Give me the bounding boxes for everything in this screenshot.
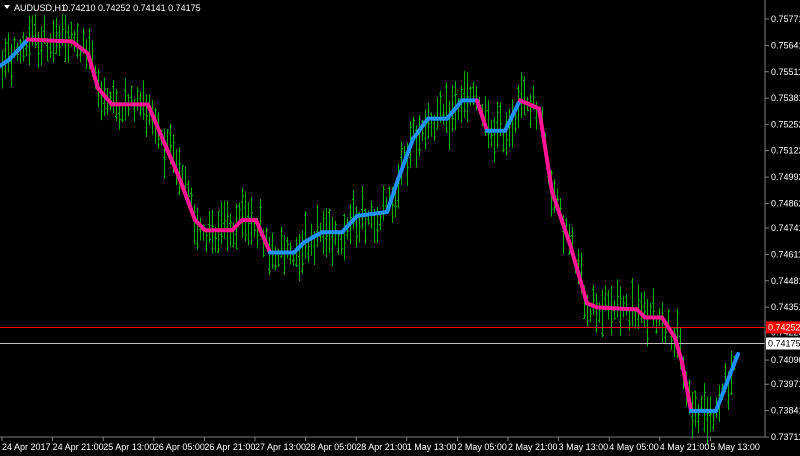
y-tick-label: 0.75771 bbox=[771, 14, 800, 24]
y-tick-label: 0.74992 bbox=[771, 172, 800, 182]
indicator-segment-down bbox=[595, 305, 639, 312]
y-tick-label: 0.73711 bbox=[771, 432, 800, 442]
y-tick-label: 0.75252 bbox=[771, 119, 800, 129]
ask-price-label: 0.74252 bbox=[768, 323, 800, 333]
x-tick-label: 24 Apr 2017 bbox=[2, 442, 51, 452]
x-tick-label: 1 May 13:00 bbox=[407, 442, 457, 452]
price-chart[interactable]: 0.75771 0.75641 0.75511 0.75381 0.75252 0.751… bbox=[0, 0, 800, 456]
x-tick-label: 27 Apr 13:00 bbox=[255, 442, 306, 452]
indicator-segment-down bbox=[26, 37, 74, 44]
x-tick-label: 3 May 13:00 bbox=[559, 442, 609, 452]
y-tick-label: 0.74611 bbox=[771, 249, 800, 259]
symbol-label: AUDUSD,H1 bbox=[14, 3, 66, 13]
y-tick-label: 0.75641 bbox=[771, 40, 800, 50]
x-tick-label: 4 May 21:00 bbox=[660, 442, 710, 452]
x-tick-label: 4 May 05:00 bbox=[609, 442, 659, 452]
y-tick-label: 0.74351 bbox=[771, 302, 800, 312]
y-tick-label: 0.74090 bbox=[771, 355, 800, 365]
x-tick-label: 5 May 13:00 bbox=[710, 442, 760, 452]
ohlc-values: 0.74210 0.74252 0.74141 0.74175 bbox=[63, 3, 201, 13]
x-tick-label: 2 May 21:00 bbox=[508, 442, 558, 452]
x-tick-label: 25 Apr 13:00 bbox=[103, 442, 154, 452]
y-tick-label: 0.75511 bbox=[771, 67, 800, 77]
y-tick-label: 0.74741 bbox=[771, 223, 800, 233]
y-tick-label: 0.74862 bbox=[771, 198, 800, 208]
y-tick-label: 0.73971 bbox=[771, 379, 800, 389]
y-tick-label: 0.75381 bbox=[771, 93, 800, 103]
y-tick-label: 0.75122 bbox=[771, 146, 800, 156]
y-tick-label: 0.74481 bbox=[771, 276, 800, 286]
x-tick-label: 28 Apr 21:00 bbox=[356, 442, 407, 452]
x-tick-label: 2 May 05:00 bbox=[457, 442, 507, 452]
chart-window: 0.75771 0.75641 0.75511 0.75381 0.75252 0.751… bbox=[0, 0, 800, 456]
bid-price-label: 0.74175 bbox=[768, 339, 800, 349]
y-tick-label: 0.73841 bbox=[771, 406, 800, 416]
x-tick-label: 26 Apr 21:00 bbox=[204, 442, 255, 452]
chart-background bbox=[0, 0, 800, 456]
x-tick-label: 26 Apr 05:00 bbox=[154, 442, 205, 452]
x-tick-label: 28 Apr 05:00 bbox=[306, 442, 357, 452]
x-tick-label: 24 Apr 21:00 bbox=[53, 442, 104, 452]
